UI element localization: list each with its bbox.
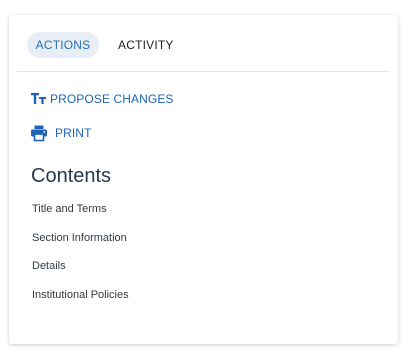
toc-link-details[interactable]: Details — [32, 260, 66, 272]
actions-panel: ACTIONS ACTIVITY PROPOSE CHANGES PRINT C… — [9, 15, 398, 344]
tab-bar: ACTIONS ACTIVITY — [17, 31, 390, 72]
propose-changes-label: PROPOSE CHANGES — [50, 92, 174, 106]
toc-link-institutional-policies[interactable]: Institutional Policies — [32, 289, 129, 301]
print-label: PRINT — [55, 126, 92, 140]
propose-changes-button[interactable]: PROPOSE CHANGES — [30, 89, 174, 109]
printer-icon — [30, 124, 48, 142]
toc-link-title-and-terms[interactable]: Title and Terms — [32, 203, 107, 215]
contents-heading: Contents — [31, 165, 112, 187]
print-button[interactable]: PRINT — [30, 123, 92, 143]
toc-link-section-information[interactable]: Section Information — [32, 232, 127, 244]
text-format-icon — [30, 90, 48, 108]
tab-actions[interactable]: ACTIONS — [27, 32, 99, 58]
tab-activity[interactable]: ACTIVITY — [118, 32, 174, 58]
